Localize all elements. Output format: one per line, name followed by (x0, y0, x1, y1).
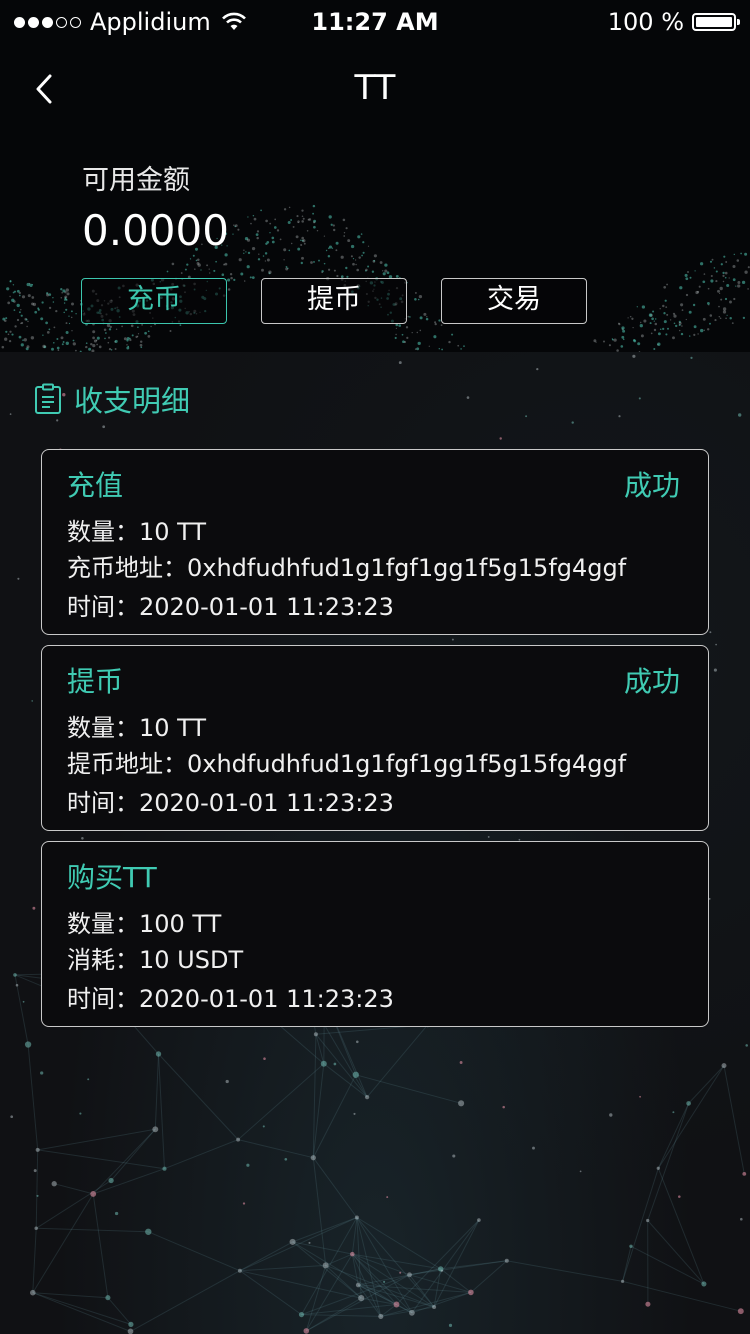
record-status: 成功 (623, 469, 680, 502)
deposit-button[interactable]: 充币 (81, 278, 227, 324)
record-card-withdraw[interactable]: 提币 成功 数量：10 TT 提币地址：0xhdfudhfud1g1fgf1gg… (41, 645, 709, 831)
record-cost: 消耗：10 USDT (67, 946, 244, 974)
record-type: 提币 (67, 665, 124, 698)
record-address: 充币地址：0xhdfudhfud1g1fgf1gg1f5g15fg4ggf (67, 554, 627, 582)
page-title: TT (354, 68, 396, 108)
battery-percentage: 100 % (607, 8, 684, 36)
record-time: 时间：2020-01-01 11:23:23 (67, 789, 394, 817)
record-status: 成功 (623, 665, 680, 698)
status-bar: Applidium 11:27 AM 100 % (0, 0, 750, 44)
available-balance-label: 可用金额 (82, 165, 190, 196)
trade-button[interactable]: 交易 (441, 278, 587, 324)
record-quantity: 数量：10 TT (67, 714, 207, 742)
record-card-deposit[interactable]: 充值 成功 数量：10 TT 充币地址：0xhdfudhfud1g1fgf1gg… (41, 449, 709, 635)
record-time: 时间：2020-01-01 11:23:23 (67, 985, 394, 1013)
record-quantity: 数量：10 TT (67, 518, 207, 546)
record-quantity: 数量：100 TT (67, 910, 222, 938)
section-title: 收支明细 (74, 384, 191, 418)
clipboard-list-icon (35, 383, 61, 414)
available-balance-value: 0.0000 (82, 206, 229, 255)
record-time: 时间：2020-01-01 11:23:23 (67, 593, 394, 621)
record-card-purchase[interactable]: 购买TT 数量：100 TT 消耗：10 USDT 时间：2020-01-01 … (41, 841, 709, 1027)
record-address: 提币地址：0xhdfudhfud1g1fgf1gg1f5g15fg4ggf (67, 750, 627, 778)
battery-icon (692, 13, 740, 31)
section-header: 收支明细 (34, 378, 190, 420)
navigation-bar: TT (0, 56, 750, 122)
withdraw-button[interactable]: 提币 (261, 278, 407, 324)
record-type: 充值 (67, 469, 124, 502)
record-type: 购买TT (67, 861, 157, 894)
